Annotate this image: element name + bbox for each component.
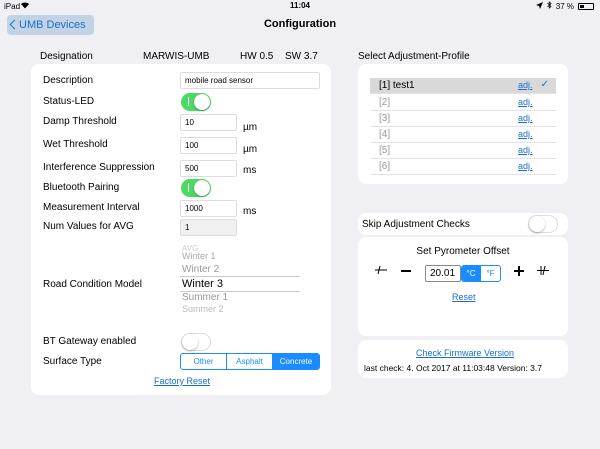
- damp-threshold-label: Damp Threshold: [43, 116, 117, 127]
- picker-option[interactable]: Summer 1: [182, 292, 228, 303]
- description-field[interactable]: mobile road sensor: [180, 72, 320, 89]
- check-firmware-link[interactable]: Check Firmware Version: [416, 348, 514, 358]
- decrement-button[interactable]: [399, 264, 413, 282]
- hardware-version: HW 0.5: [240, 51, 274, 62]
- profile-name: [5]: [379, 145, 391, 156]
- description-label: Description: [43, 75, 94, 86]
- interference-label: Interference Suppression: [43, 162, 155, 173]
- factory-reset-link[interactable]: Factory Reset: [154, 376, 210, 386]
- road-model-label: Road Condition Model: [43, 279, 142, 290]
- location-icon: [535, 1, 543, 11]
- software-version: SW 3.7: [285, 51, 318, 62]
- profile-adjust-link[interactable]: adj.: [518, 80, 533, 90]
- interval-field[interactable]: 1000: [180, 200, 237, 217]
- temperature-unit-segmented[interactable]: °C °F: [461, 265, 501, 282]
- offset-value-field[interactable]: 20.01: [425, 265, 461, 282]
- decrement-fine-button[interactable]: [374, 265, 388, 278]
- status-led-toggle[interactable]: [181, 93, 211, 111]
- profile-adjust-link[interactable]: adj.: [518, 97, 533, 107]
- profile-name: [2]: [379, 97, 391, 108]
- picker-option[interactable]: AVG: [182, 244, 198, 251]
- profile-row[interactable]: [5] adj.: [370, 143, 556, 159]
- interval-label: Measurement Interval: [43, 202, 140, 213]
- last-check-text: last check: 4. Oct 2017 at 11:03:48 Vers…: [364, 363, 542, 373]
- battery-percent: 37 %: [555, 1, 574, 11]
- bluetooth-icon: [546, 1, 552, 11]
- surface-option-asphalt[interactable]: Asphalt: [227, 354, 273, 369]
- status-bar: iPad 11:04 37 %: [0, 0, 600, 13]
- profile-adjust-link[interactable]: adj.: [518, 161, 533, 171]
- profiles-title: Select Adjustment-Profile: [358, 51, 470, 62]
- interval-unit: ms: [243, 206, 257, 217]
- picker-option-selected[interactable]: Winter 3: [182, 278, 223, 290]
- increment-fine-button[interactable]: [536, 265, 550, 279]
- profile-row[interactable]: [3] adj.: [370, 111, 556, 127]
- damp-unit: µm: [243, 122, 258, 133]
- interference-field[interactable]: 500: [180, 160, 237, 177]
- bluetooth-pairing-toggle[interactable]: [181, 179, 211, 197]
- profile-row[interactable]: [4] adj.: [370, 127, 556, 143]
- profile-row[interactable]: [6] adj.: [370, 159, 556, 175]
- picker-option[interactable]: Summer 2: [182, 304, 224, 313]
- wet-threshold-field[interactable]: 100: [180, 137, 237, 154]
- unit-celsius[interactable]: °C: [462, 266, 481, 281]
- wet-unit: µm: [243, 144, 258, 155]
- profile-name: [4]: [379, 129, 391, 140]
- profile-row[interactable]: [2] adj.: [370, 95, 556, 111]
- bt-gateway-toggle[interactable]: [181, 333, 211, 351]
- num-values-label: Num Values for AVG: [43, 221, 134, 232]
- pyrometer-title: Set Pyrometer Offset: [416, 246, 510, 257]
- skip-checks-toggle[interactable]: [528, 215, 558, 233]
- surface-option-other[interactable]: Other: [181, 354, 227, 369]
- num-values-field[interactable]: 1: [180, 219, 237, 236]
- picker-selection-line: [180, 276, 300, 277]
- surface-type-label: Surface Type: [43, 356, 102, 367]
- profile-adjust-link[interactable]: adj.: [518, 113, 533, 123]
- battery-icon: [578, 2, 594, 10]
- picker-option[interactable]: Winter 1: [182, 251, 216, 261]
- unit-fahrenheit[interactable]: °F: [481, 266, 500, 281]
- profile-adjust-link[interactable]: adj.: [518, 145, 533, 155]
- device-model: MARWIS-UMB: [143, 51, 210, 62]
- status-led-label: Status-LED: [43, 96, 95, 107]
- designation-label: Designation: [40, 51, 93, 62]
- increment-button[interactable]: [512, 265, 526, 280]
- surface-option-concrete[interactable]: Concrete: [273, 354, 319, 369]
- profile-adjust-link[interactable]: adj.: [518, 129, 533, 139]
- profile-name: [6]: [379, 161, 391, 172]
- damp-threshold-field[interactable]: 10: [180, 114, 237, 131]
- surface-type-segmented[interactable]: Other Asphalt Concrete: [180, 353, 320, 370]
- status-time: 11:04: [289, 1, 311, 10]
- bt-gateway-label: BT Gateway enabled: [43, 336, 137, 347]
- bluetooth-pairing-label: Bluetooth Pairing: [43, 182, 120, 193]
- page-title: Configuration: [263, 18, 337, 30]
- profile-name: [1] test1: [379, 80, 415, 91]
- interference-unit: ms: [243, 165, 257, 176]
- checkmark-icon: ✓: [540, 79, 549, 90]
- picker-option[interactable]: Winter 2: [182, 264, 219, 275]
- profile-row[interactable]: [1] test1 adj. ✓: [370, 78, 556, 94]
- skip-checks-label: Skip Adjustment Checks: [362, 219, 470, 230]
- navigation-bar: UMB Devices Configuration: [0, 13, 600, 37]
- profile-name: [3]: [379, 113, 391, 124]
- pyrometer-reset-link[interactable]: Reset: [452, 292, 476, 302]
- wet-threshold-label: Wet Threshold: [43, 139, 108, 150]
